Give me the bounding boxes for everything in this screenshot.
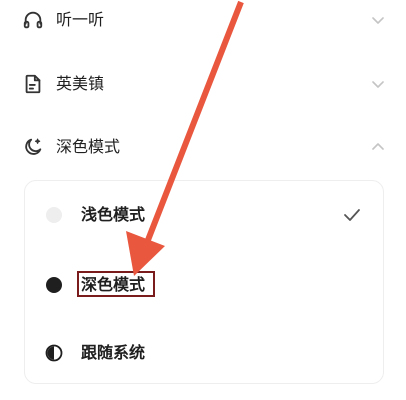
chevron-down-icon[interactable] (370, 76, 386, 92)
theme-options-panel: 浅色模式 深色模式 跟随系统 (24, 180, 384, 384)
headphones-icon (23, 11, 43, 29)
theme-option-label: 深色模式 (81, 275, 146, 294)
half-circle-icon (45, 344, 63, 362)
moon-icon (25, 138, 42, 155)
theme-option-label: 跟随系统 (81, 343, 146, 362)
theme-option-dark[interactable]: 深色模式 (25, 265, 383, 305)
document-icon (25, 74, 41, 94)
light-circle-icon (46, 207, 62, 223)
theme-option-label: 浅色模式 (81, 205, 146, 224)
chevron-down-icon[interactable] (370, 12, 386, 28)
menu-item-listen[interactable]: 听一听 (0, 0, 406, 40)
chevron-up-icon[interactable] (370, 139, 386, 155)
theme-option-light[interactable]: 浅色模式 (25, 195, 383, 235)
menu-item-label: 深色模式 (56, 137, 121, 156)
dark-circle-icon (46, 277, 62, 293)
menu-item-label: 听一听 (56, 10, 105, 29)
menu-item-dark-mode[interactable]: 深色模式 (0, 127, 406, 167)
theme-option-system[interactable]: 跟随系统 (25, 333, 383, 373)
check-icon (344, 209, 360, 221)
menu-item-english-town[interactable]: 英美镇 (0, 64, 406, 104)
menu-item-label: 英美镇 (56, 74, 105, 93)
